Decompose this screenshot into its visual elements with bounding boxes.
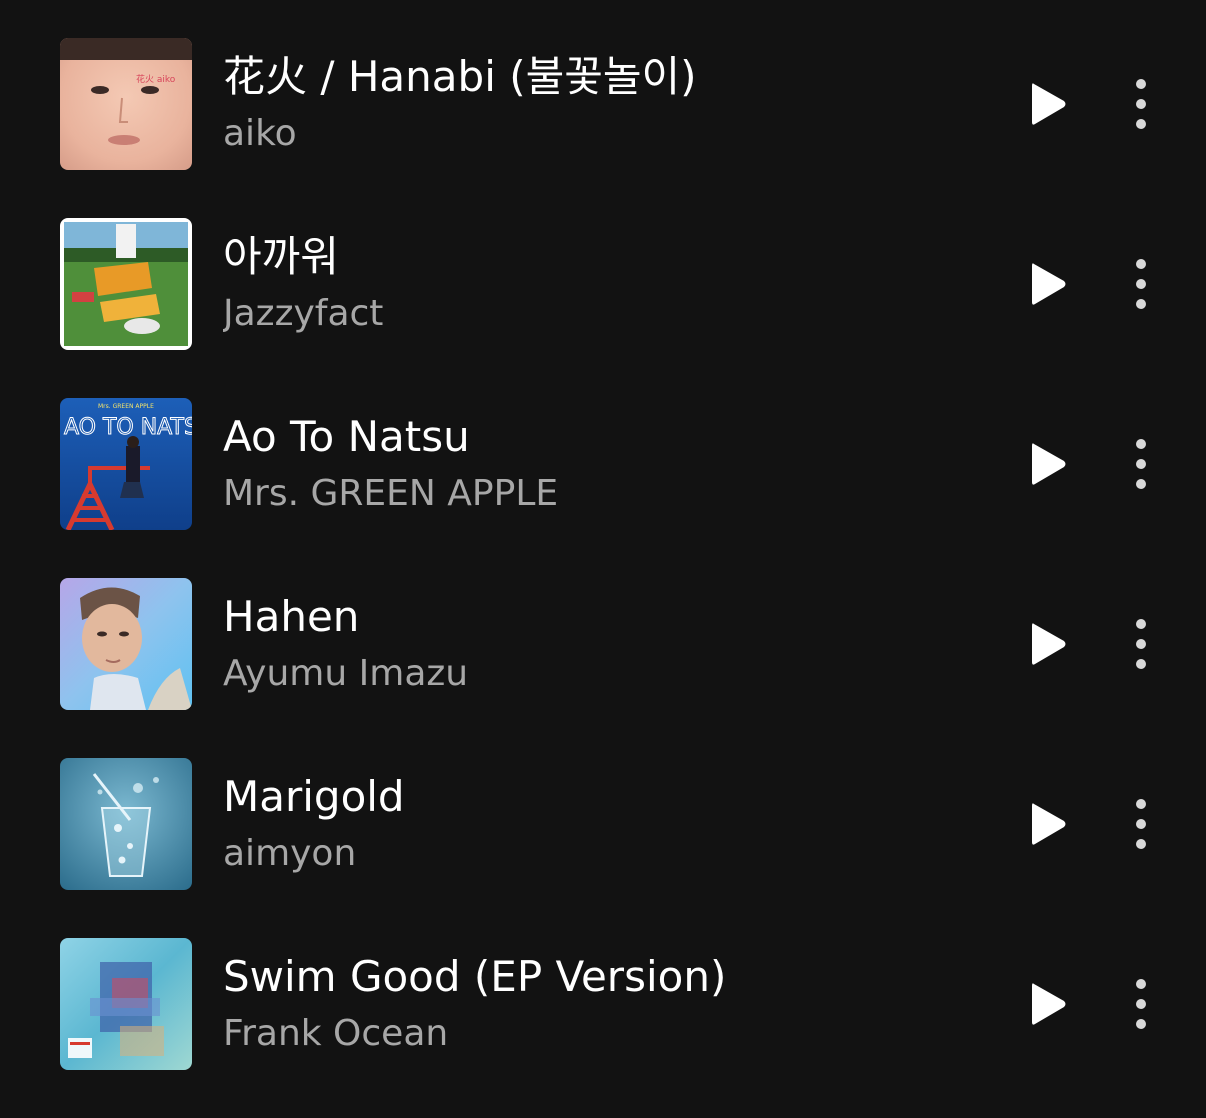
play-button[interactable] [1018,438,1078,490]
cover-band-text: Mrs. GREEN APPLE [98,403,154,410]
track-title: Swim Good (EP Version) [223,952,727,1001]
album-cover-portrait-face: 花火 aiko [60,38,192,170]
play-button[interactable] [1018,258,1078,310]
more-vertical-icon [1136,259,1146,309]
play-button[interactable] [1018,798,1078,850]
track-row[interactable]: 花火 aiko 花火 / Hanabi (불꽃놀이) aiko [0,14,1206,194]
track-row[interactable]: Swim Good (EP Version) Frank Ocean [0,914,1206,1094]
svg-text:花火 aiko: 花火 aiko [136,73,176,85]
track-row[interactable]: Marigold aimyon [0,734,1206,914]
play-icon [1032,983,1066,1025]
more-options-button[interactable] [1118,796,1164,852]
track-title: Ao To Natsu [223,412,470,461]
play-icon [1032,263,1066,305]
track-artist: Ayumu Imazu [223,653,469,694]
more-vertical-icon [1136,979,1146,1029]
track-row[interactable]: 아까워 Jazzyfact [0,194,1206,374]
more-options-button[interactable] [1118,616,1164,672]
more-options-button[interactable] [1118,256,1164,312]
cover-logo-text: AO TO NATSU [64,415,192,440]
track-artist: Mrs. GREEN APPLE [223,473,559,514]
track-title: Marigold [223,772,405,821]
play-icon [1032,803,1066,845]
play-icon [1032,623,1066,665]
track-title: Hahen [223,592,360,641]
track-title: 아까워 [223,232,339,281]
album-cover-soda-glass [60,758,192,890]
more-options-button[interactable] [1118,976,1164,1032]
album-cover-blue-sky-tower: Mrs. GREEN APPLE AO TO NATSU [60,398,192,530]
play-icon [1032,443,1066,485]
track-artist: Frank Ocean [223,1013,449,1054]
more-vertical-icon [1136,799,1146,849]
play-icon [1032,83,1066,125]
album-cover-portrait [60,578,192,710]
track-list: 花火 aiko 花火 / Hanabi (불꽃놀이) aiko 아까워 Jazz… [0,0,1206,1118]
play-button[interactable] [1018,78,1078,130]
more-vertical-icon [1136,79,1146,129]
track-artist: Jazzyfact [223,293,384,334]
track-row[interactable]: Mrs. GREEN APPLE AO TO NATSU Ao To Natsu… [0,374,1206,554]
track-title: 花火 / Hanabi (불꽃놀이) [223,52,697,101]
track-artist: aimyon [223,833,357,874]
track-row[interactable]: Hahen Ayumu Imazu [0,554,1206,734]
more-options-button[interactable] [1118,436,1164,492]
album-cover-blurred-collage [60,938,192,1070]
more-options-button[interactable] [1118,76,1164,132]
more-vertical-icon [1136,439,1146,489]
track-artist: aiko [223,113,297,154]
album-cover-grass-field [60,218,192,350]
play-button[interactable] [1018,978,1078,1030]
play-button[interactable] [1018,618,1078,670]
more-vertical-icon [1136,619,1146,669]
